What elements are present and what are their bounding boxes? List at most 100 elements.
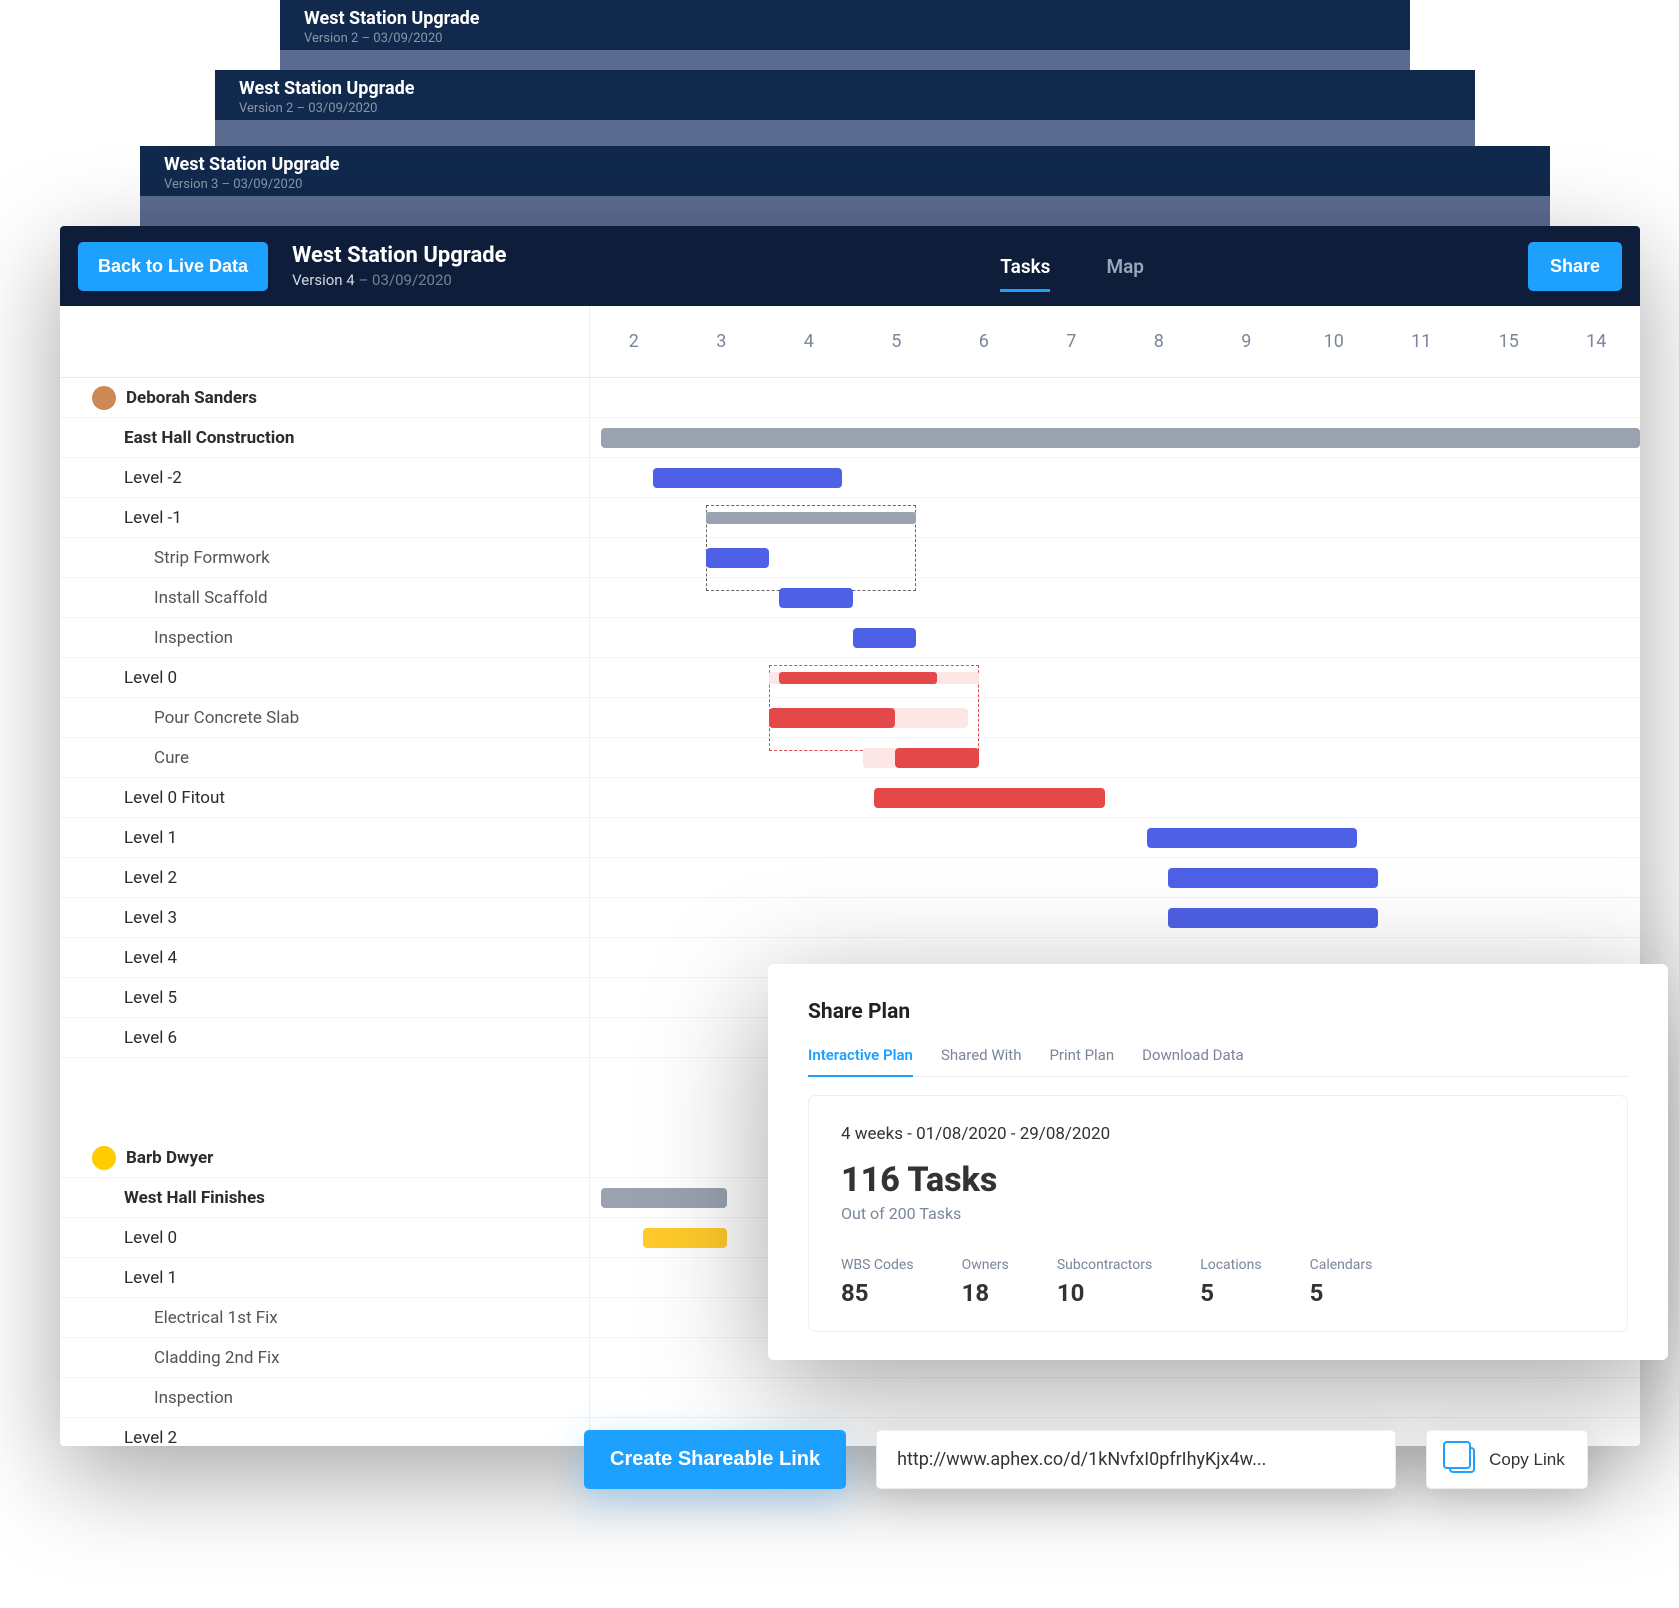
modal-tab-print[interactable]: Print Plan — [1049, 1046, 1114, 1076]
gantt-bar[interactable] — [769, 708, 895, 728]
stack-title: West Station Upgrade — [304, 8, 1386, 29]
task-row[interactable]: Level 1 — [60, 818, 589, 858]
gantt-bar[interactable] — [706, 548, 769, 568]
task-row[interactable]: Cure — [60, 738, 589, 778]
gantt-row — [590, 498, 1640, 538]
avatar — [92, 386, 116, 410]
task-label: Level 2 — [124, 1428, 177, 1447]
copy-link-button[interactable]: Copy Link — [1426, 1430, 1588, 1489]
modal-title: Share Plan — [808, 1000, 1628, 1024]
stat-label: Calendars — [1310, 1257, 1373, 1273]
task-row[interactable]: Pour Concrete Slab — [60, 698, 589, 738]
task-row[interactable]: Inspection — [60, 1378, 589, 1418]
task-label: Electrical 1st Fix — [154, 1308, 278, 1328]
tab-tasks[interactable]: Tasks — [996, 240, 1054, 292]
avatar — [92, 1146, 116, 1170]
gantt-row — [590, 538, 1640, 578]
task-label: Level 0 Fitout — [124, 788, 225, 808]
gantt-bar[interactable] — [643, 1228, 727, 1248]
task-label: Level 3 — [124, 908, 177, 928]
gantt-bar[interactable] — [1168, 868, 1378, 888]
share-url-display[interactable]: http://www.aphex.co/d/1kNvfxI0pfrIhyKjx4… — [876, 1430, 1396, 1489]
stack-sub: Version 3 – 03/09/2020 — [164, 177, 1526, 192]
gantt-bar[interactable] — [706, 512, 916, 524]
tab-map[interactable]: Map — [1102, 240, 1148, 292]
stack-sub: Version 2 – 03/09/2020 — [304, 31, 1386, 46]
gantt-bar[interactable] — [601, 428, 1641, 448]
timeline-day: 15 — [1465, 306, 1553, 377]
modal-tab-interactive[interactable]: Interactive Plan — [808, 1046, 913, 1076]
task-row[interactable]: West Hall Finishes — [60, 1178, 589, 1218]
stat: WBS Codes85 — [841, 1257, 914, 1307]
task-row[interactable]: Strip Formwork — [60, 538, 589, 578]
task-row[interactable]: Inspection — [60, 618, 589, 658]
gantt-bar[interactable] — [874, 788, 1105, 808]
task-label: Cladding 2nd Fix — [154, 1348, 280, 1368]
task-row[interactable]: Electrical 1st Fix — [60, 1298, 589, 1338]
task-row[interactable]: Level 2 — [60, 1418, 589, 1446]
stack-sub: Version 2 – 03/09/2020 — [239, 101, 1451, 116]
modal-tab-download[interactable]: Download Data — [1142, 1046, 1244, 1076]
task-label: Level 4 — [124, 948, 177, 968]
task-row[interactable]: Level -1 — [60, 498, 589, 538]
task-row[interactable]: East Hall Construction — [60, 418, 589, 458]
task-row[interactable]: Deborah Sanders — [60, 378, 589, 418]
gantt-row — [590, 738, 1640, 778]
task-row[interactable]: Level 0 — [60, 1218, 589, 1258]
stack-title: West Station Upgrade — [164, 154, 1526, 175]
gantt-row — [590, 858, 1640, 898]
gantt-row — [590, 578, 1640, 618]
project-version: Version 4 – 03/09/2020 — [292, 271, 506, 289]
create-shareable-link-button[interactable]: Create Shareable Link — [584, 1430, 846, 1489]
timeline-day: 6 — [940, 306, 1028, 377]
gantt-row — [590, 898, 1640, 938]
back-to-live-button[interactable]: Back to Live Data — [78, 242, 268, 291]
task-label: Level 1 — [124, 1268, 177, 1288]
task-row[interactable]: Level 0 Fitout — [60, 778, 589, 818]
gantt-row — [590, 698, 1640, 738]
task-row[interactable]: Level 4 — [60, 938, 589, 978]
stat-value: 5 — [1310, 1279, 1373, 1307]
gantt-row — [590, 818, 1640, 858]
modal-tab-shared[interactable]: Shared With — [941, 1046, 1022, 1076]
timeline-day: 10 — [1290, 306, 1378, 377]
gantt-row — [590, 778, 1640, 818]
task-row[interactable]: Level -2 — [60, 458, 589, 498]
task-row[interactable]: Level 2 — [60, 858, 589, 898]
task-row[interactable]: Barb Dwyer — [60, 1138, 589, 1178]
task-row[interactable]: Level 1 — [60, 1258, 589, 1298]
task-row[interactable]: Level 0 — [60, 658, 589, 698]
gantt-bar[interactable] — [895, 748, 979, 768]
share-button[interactable]: Share — [1528, 242, 1622, 291]
gantt-bar[interactable] — [601, 1188, 727, 1208]
task-row[interactable]: Level 3 — [60, 898, 589, 938]
task-label: Install Scaffold — [154, 588, 268, 608]
gantt-row — [590, 658, 1640, 698]
gantt-bar[interactable] — [1147, 828, 1357, 848]
modal-range: 4 weeks - 01/08/2020 - 29/08/2020 — [841, 1124, 1595, 1144]
task-label: Barb Dwyer — [126, 1148, 213, 1168]
gantt-bar[interactable] — [653, 468, 842, 488]
task-label: Strip Formwork — [154, 548, 270, 568]
gantt-bar[interactable] — [779, 588, 853, 608]
modal-task-subcount: Out of 200 Tasks — [841, 1204, 1595, 1223]
task-row[interactable]: Install Scaffold — [60, 578, 589, 618]
stack-title: West Station Upgrade — [239, 78, 1451, 99]
task-label: Level 0 — [124, 668, 177, 688]
stat-label: Locations — [1200, 1257, 1261, 1273]
task-row[interactable]: Cladding 2nd Fix — [60, 1338, 589, 1378]
task-label: Level 0 — [124, 1228, 177, 1248]
task-label: Level 2 — [124, 868, 177, 888]
stat-value: 10 — [1057, 1279, 1152, 1307]
task-row[interactable]: Level 5 — [60, 978, 589, 1018]
timeline-day: 4 — [765, 306, 853, 377]
gantt-row — [590, 458, 1640, 498]
stat-value: 5 — [1200, 1279, 1261, 1307]
timeline-day: 14 — [1553, 306, 1641, 377]
gantt-bar[interactable] — [853, 628, 916, 648]
gantt-bar[interactable] — [1168, 908, 1378, 928]
task-row[interactable]: Level 6 — [60, 1018, 589, 1058]
task-label: Level 6 — [124, 1028, 177, 1048]
copy-icon — [1449, 1447, 1475, 1473]
gantt-bar[interactable] — [779, 672, 937, 684]
